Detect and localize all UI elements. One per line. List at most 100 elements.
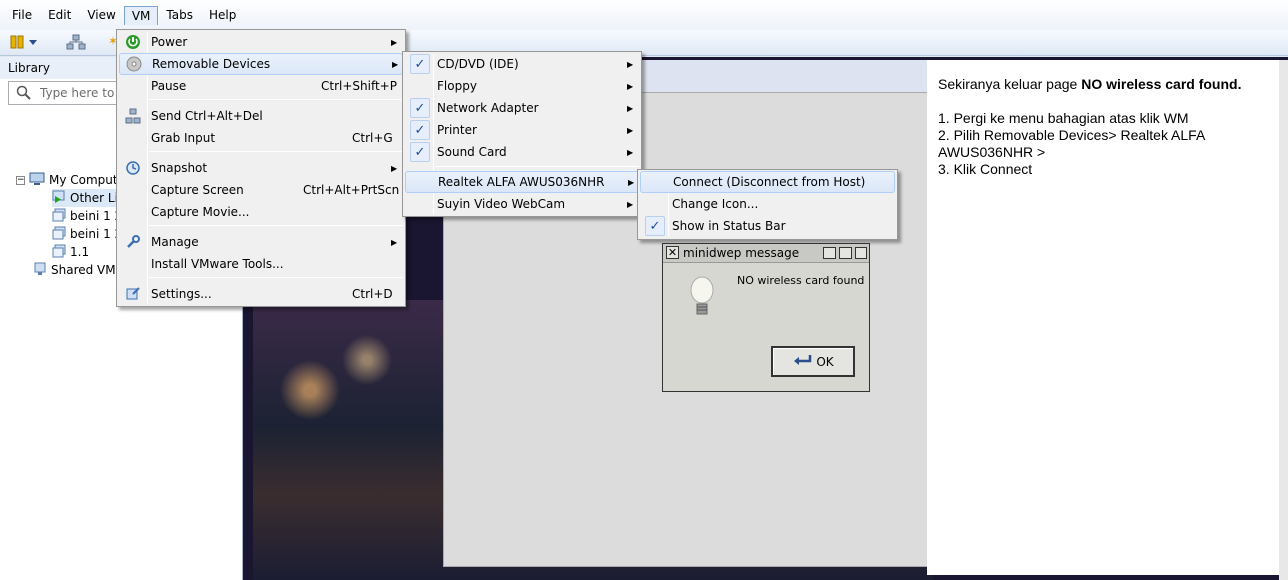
- menu-item-label: Pause: [151, 79, 187, 93]
- menu-item-pause[interactable]: Pause Ctrl+Shift+P: [119, 75, 403, 97]
- menu-item-install-vmware-tools[interactable]: Install VMware Tools...: [119, 253, 403, 275]
- removable-devices-menu: ✓ CD/DVD (IDE) ▶ Floppy ▶ ✓ Network Adap…: [402, 51, 642, 217]
- step-2-cont: AWUS036NHR >: [938, 144, 1046, 160]
- close-icon[interactable]: ✕: [666, 246, 679, 259]
- submenu-arrow-icon: ▶: [627, 59, 634, 69]
- menu-item-network-adapter[interactable]: ✓ Network Adapter ▶: [405, 97, 639, 119]
- ok-button[interactable]: OK: [771, 346, 855, 377]
- menu-help[interactable]: Help: [201, 5, 244, 25]
- network-icon: [123, 106, 143, 126]
- checkmark-icon: ✓: [410, 54, 430, 74]
- heading-text: Sekiranya keluar page: [938, 76, 1082, 92]
- menu-item-label: Grab Input: [151, 131, 216, 145]
- menu-item-printer[interactable]: ✓ Printer ▶: [405, 119, 639, 141]
- maximize-icon[interactable]: [839, 247, 852, 259]
- tree-item-label: beini 1 2: [70, 209, 123, 223]
- submenu-arrow-icon: ▶: [628, 177, 635, 187]
- menu-item-grab-input[interactable]: Grab Input Ctrl+G: [119, 127, 403, 149]
- running-vm-icon: [52, 190, 66, 207]
- menu-item-label: Snapshot: [151, 161, 208, 175]
- menu-item-settings[interactable]: Settings... Ctrl+D: [119, 283, 403, 305]
- scrollbar[interactable]: [1279, 60, 1288, 580]
- shortcut-label: Ctrl+D: [352, 287, 393, 301]
- vm-icon: [52, 226, 66, 243]
- menu-item-label: Manage: [151, 235, 199, 249]
- suspend-icon[interactable]: [10, 34, 38, 53]
- snapshot-icon: [123, 158, 143, 178]
- minimize-icon[interactable]: [823, 247, 836, 259]
- menu-item-label: Sound Card: [437, 145, 507, 159]
- menu-item-power[interactable]: Power ▶: [119, 31, 403, 53]
- tree-item-label: Shared VMs: [51, 263, 122, 277]
- tree-item-vm[interactable]: beini 1 2: [52, 225, 122, 243]
- checkmark-icon: ✓: [645, 216, 665, 236]
- menu-item-connect[interactable]: Connect (Disconnect from Host): [640, 171, 895, 193]
- menu-item-label: Capture Movie...: [151, 205, 250, 219]
- checkmark-icon: ✓: [410, 98, 430, 118]
- dialog-titlebar[interactable]: ✕ minidwep message: [663, 244, 869, 263]
- menu-edit[interactable]: Edit: [40, 5, 79, 25]
- shortcut-label: Ctrl+G: [352, 131, 393, 145]
- network-view-icon[interactable]: [66, 34, 86, 53]
- power-icon: [123, 32, 143, 52]
- tree-item-vm[interactable]: 1.1: [52, 243, 89, 261]
- menu-tabs[interactable]: Tabs: [158, 5, 201, 25]
- lightbulb-icon: [687, 274, 717, 325]
- disc-icon: [124, 54, 144, 74]
- tree-item-vm[interactable]: beini 1 2: [52, 207, 122, 225]
- search-icon: [16, 85, 32, 104]
- dialog-title: minidwep message: [683, 246, 800, 260]
- menu-bar: File Edit View VM Tabs Help: [0, 0, 1288, 30]
- step-3: 3. Klik Connect: [938, 161, 1033, 177]
- menu-item-label: Show in Status Bar: [672, 219, 786, 233]
- step-2: 2. Pilih Removable Devices> Realtek ALFA: [938, 127, 1206, 143]
- menu-item-capture-movie[interactable]: Capture Movie...: [119, 201, 403, 223]
- menu-item-snapshot[interactable]: Snapshot ▶: [119, 157, 403, 179]
- menu-item-label: Suyin Video WebCam: [437, 197, 566, 211]
- shortcut-label: Ctrl+Alt+PrtScn: [303, 183, 400, 197]
- menu-item-show-in-status-bar[interactable]: ✓ Show in Status Bar: [640, 215, 895, 237]
- menu-item-suyin-webcam[interactable]: Suyin Video WebCam ▶: [405, 193, 639, 215]
- shared-vms-icon: [33, 262, 47, 279]
- submenu-arrow-icon: ▶: [391, 237, 398, 247]
- menu-item-send-ctrl-alt-del[interactable]: Send Ctrl+Alt+Del: [119, 105, 403, 127]
- tree-item-shared-vms[interactable]: Shared VMs: [33, 261, 122, 279]
- vm-icon: [52, 208, 66, 225]
- menu-item-capture-screen[interactable]: Capture Screen Ctrl+Alt+PrtScn: [119, 179, 403, 201]
- menu-item-manage[interactable]: Manage ▶: [119, 231, 403, 253]
- submenu-arrow-icon: ▶: [627, 125, 634, 135]
- instruction-heading: Sekiranya keluar page NO wireless card f…: [938, 76, 1268, 93]
- tree-item-label: 1.1: [70, 245, 90, 259]
- menu-item-label: Change Icon...: [672, 197, 759, 211]
- menu-item-change-icon[interactable]: Change Icon...: [640, 193, 895, 215]
- menu-view[interactable]: View: [79, 5, 123, 25]
- menu-item-label: Connect (Disconnect from Host): [673, 175, 866, 189]
- tree-item-my-computer[interactable]: − My Comput: [16, 171, 118, 189]
- submenu-arrow-icon: ▶: [627, 103, 634, 113]
- menu-item-removable-devices[interactable]: Removable Devices ▶: [119, 53, 403, 75]
- vm-menu: Power ▶ Removable Devices ▶ Pause Ctrl+S…: [116, 29, 406, 307]
- menu-vm[interactable]: VM: [123, 5, 159, 25]
- menu-item-sound-card[interactable]: ✓ Sound Card ▶: [405, 141, 639, 163]
- wrench-icon: [123, 232, 143, 252]
- menu-item-label: Printer: [437, 123, 477, 137]
- vm-icon: [52, 244, 66, 261]
- menu-item-label: Settings...: [151, 287, 212, 301]
- guest-wallpaper-lights: [253, 300, 443, 450]
- heading-bold: NO wireless card found.: [1081, 76, 1242, 92]
- submenu-arrow-icon: ▶: [391, 163, 398, 173]
- menu-item-cd-dvd[interactable]: ✓ CD/DVD (IDE) ▶: [405, 53, 639, 75]
- menu-item-label: Send Ctrl+Alt+Del: [151, 109, 263, 123]
- step-1: 1. Pergi ke menu bahagian atas klik WM: [938, 110, 1189, 126]
- menu-file[interactable]: File: [4, 5, 40, 25]
- ok-label: OK: [816, 354, 834, 369]
- menu-item-realtek-alfa[interactable]: Realtek ALFA AWUS036NHR ▶: [405, 171, 639, 193]
- menu-item-floppy[interactable]: Floppy ▶: [405, 75, 639, 97]
- submenu-arrow-icon: ▶: [627, 81, 634, 91]
- tree-item-label: My Comput: [49, 173, 118, 187]
- submenu-arrow-icon: ▶: [391, 37, 398, 47]
- minidwep-dialog: ✕ minidwep message NO wireless card foun…: [662, 243, 870, 392]
- shade-icon[interactable]: [855, 247, 867, 259]
- submenu-arrow-icon: ▶: [392, 59, 399, 69]
- collapse-icon[interactable]: −: [16, 175, 25, 185]
